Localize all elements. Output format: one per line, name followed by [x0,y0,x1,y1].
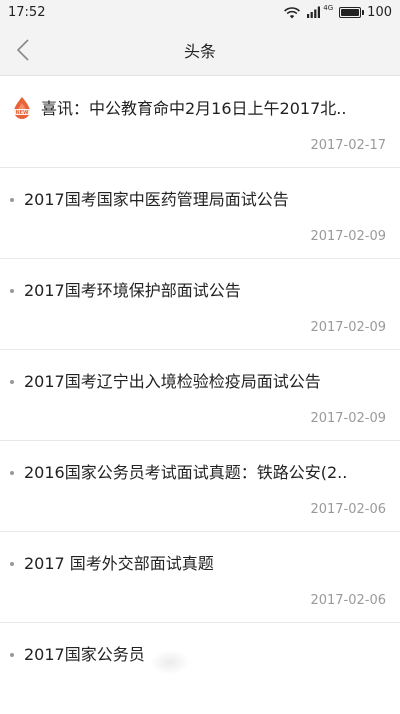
bullet-dot-icon [10,471,14,475]
news-item[interactable]: 2017国考环境保护部面试公告 2017-02-09 [0,259,400,350]
news-date: 2017-02-06 [310,593,386,608]
bullet-dot-icon [10,653,14,657]
status-icons: 4G 100 [283,4,392,20]
news-title: 2017 国考外交部面试真题 [24,554,214,573]
news-item[interactable]: 2017国考辽宁出入境检验检疫局面试公告 2017-02-09 [0,350,400,441]
news-date: 2017-02-09 [310,411,386,426]
signal-icon [307,6,321,18]
status-time: 17:52 [8,4,46,20]
app-header: 头条 [0,24,400,76]
news-title: 2016国家公务员考试面试真题：铁路公安(2.. [24,463,348,482]
battery-level-fill [341,8,360,16]
news-item[interactable]: 2016国家公务员考试面试真题：铁路公安(2.. 2017-02-06 [0,441,400,532]
news-item[interactable]: 2017国考国家中医药管理局面试公告 2017-02-09 [0,168,400,259]
news-item[interactable]: NEW 喜讯：中公教育命中2月16日上午2017北.. 2017-02-17 [0,77,400,168]
status-bar: 17:52 4G 100 [0,0,400,24]
bullet-dot-icon [10,289,14,293]
page-title: 头条 [183,42,216,61]
news-date: 2017-02-09 [310,320,386,335]
battery-percent: 100 [367,4,392,20]
news-date: 2017-02-17 [310,138,386,153]
new-badge-icon: NEW [13,97,31,119]
news-title: 2017国考国家中医药管理局面试公告 [24,190,289,209]
svg-text:NEW: NEW [15,110,29,116]
news-title: 喜讯：中公教育命中2月16日上午2017北.. [41,99,347,118]
news-list: NEW 喜讯：中公教育命中2月16日上午2017北.. 2017-02-17 2… [0,77,400,714]
battery-icon: 100 [339,5,392,20]
bullet-dot-icon [10,198,14,202]
bullet-dot-icon [10,562,14,566]
news-title: 2017国考环境保护部面试公告 [24,281,241,300]
news-title: 2017国考辽宁出入境检验检疫局面试公告 [24,372,321,391]
news-date: 2017-02-09 [310,229,386,244]
network-type-label: 4G [323,4,334,12]
news-item[interactable]: 2017 国考外交部面试真题 2017-02-06 [0,532,400,623]
bullet-dot-icon [10,380,14,384]
news-date: 2017-02-06 [310,502,386,517]
news-item[interactable]: 2017国家公务员 [0,623,400,714]
wifi-icon [284,6,301,18]
news-title: 2017国家公务员 [24,645,145,664]
